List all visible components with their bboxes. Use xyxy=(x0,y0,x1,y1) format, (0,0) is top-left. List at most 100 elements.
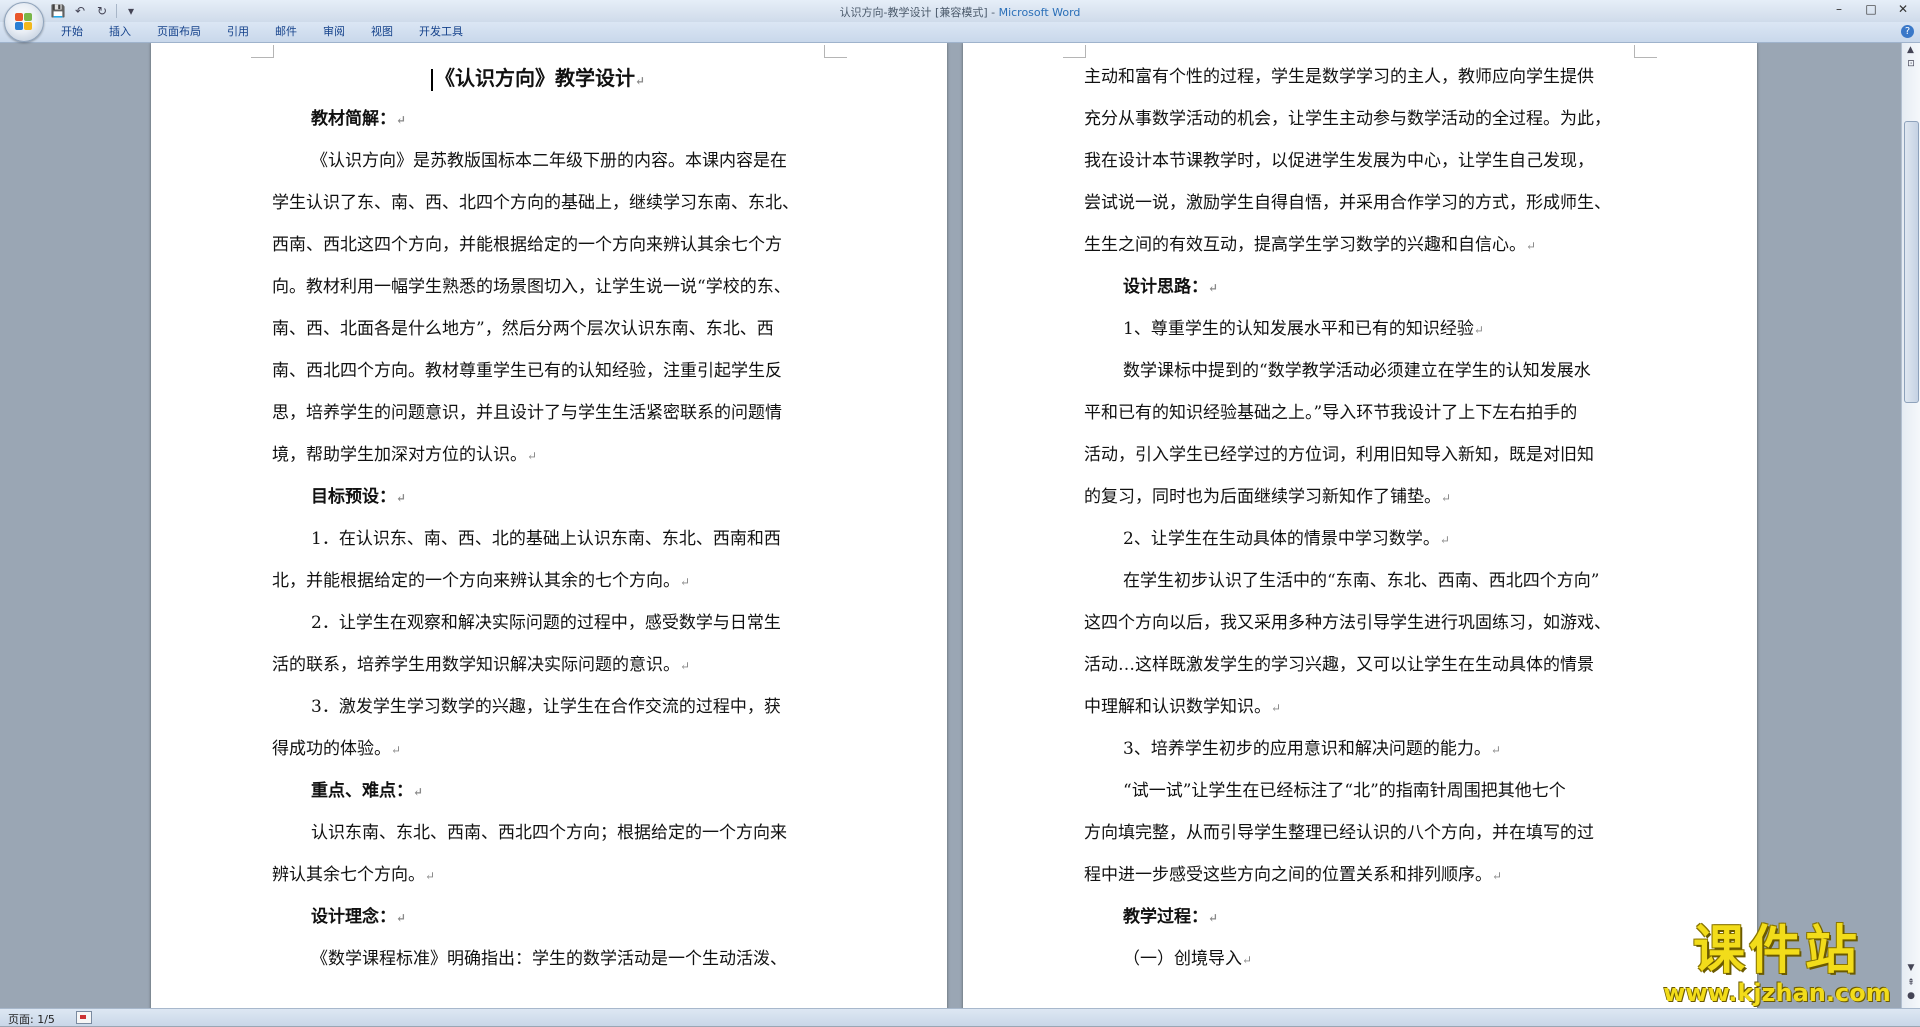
ribbon-tab[interactable]: 引用 xyxy=(214,25,262,39)
scroll-down-arrow-icon[interactable]: ▼ xyxy=(1905,963,1917,975)
paragraph-line: 3、培养学生初步的应用意识和解决问题的能力。↵ xyxy=(1123,739,1501,759)
paragraph-mark: ↵ xyxy=(1490,743,1501,757)
watermark-url: www.kjzhan.com xyxy=(1663,979,1891,1007)
paragraph-line: 充分从事数学活动的机会，让学生主动参与数学活动的全过程。为此， xyxy=(1084,109,1611,129)
ruler-toggle-icon[interactable]: ⊡ xyxy=(1905,59,1917,71)
office-logo-icon xyxy=(15,13,33,31)
section-heading: 设计思路：↵ xyxy=(1123,277,1219,297)
paragraph-mark: ↵ xyxy=(1473,323,1484,337)
paragraph-mark: ↵ xyxy=(527,449,538,463)
paragraph-line: 这四个方向以后，我又采用多种方法引导学生进行巩固练习，如游戏、 xyxy=(1084,613,1611,633)
paragraph-line: 北，并能根据给定的一个方向来辨认其余的七个方向。↵ xyxy=(272,571,691,591)
section-heading: 教学过程：↵ xyxy=(1123,907,1219,927)
paragraph-mark: ↵ xyxy=(391,743,402,757)
paragraph-line: 2．让学生在观察和解决实际问题的过程中，感受数学与日常生 xyxy=(311,613,781,633)
paragraph-mark: ↵ xyxy=(396,113,407,127)
undo-icon[interactable]: ↶ xyxy=(72,3,88,19)
paragraph-line: 活动，引入学生已经学过的方位词，利用旧知导入新知，既是对旧知 xyxy=(1084,445,1594,465)
title-bar: 认识方向-教学设计 [兼容模式] - Microsoft Word 💾 ↶ ↻ … xyxy=(0,0,1920,23)
paragraph-mark: ↵ xyxy=(1526,239,1537,253)
paragraph-line: 认识东南、东北、西南、西北四个方向；根据给定的一个方向来 xyxy=(311,823,787,843)
qat-separator xyxy=(116,4,117,18)
section-heading: 设计理念：↵ xyxy=(311,907,407,927)
paragraph-line: 境，帮助学生加深对方位的认识。↵ xyxy=(272,445,538,465)
page-2[interactable]: 主动和富有个性的过程，学生是数学学习的主人，教师应向学生提供 充分从事数学活动的机… xyxy=(963,43,1757,1008)
paragraph-mark: ↵ xyxy=(1208,281,1219,295)
ribbon-tab[interactable]: 审阅 xyxy=(310,25,358,39)
text-cursor xyxy=(431,68,433,91)
status-bar: 页面: 1/5 xyxy=(0,1008,1920,1026)
paragraph-line: 得成功的体验。↵ xyxy=(272,739,402,759)
paragraph-line: 西南、西北这四个方向，并能根据给定的一个方向来辨认其余七个方 xyxy=(272,235,782,255)
quick-access-toolbar: 💾 ↶ ↻ ▾ xyxy=(50,3,139,19)
paragraph-mark: ↵ xyxy=(680,575,691,589)
paragraph-line: 《数学课程标准》明确指出：学生的数学活动是一个生动活泼、 xyxy=(311,949,787,969)
paragraph-line: 学生认识了东、南、西、北四个方向的基础上，继续学习东南、东北、 xyxy=(272,193,799,213)
watermark-logo-text: 课件站 xyxy=(1692,921,1861,981)
previous-page-icon[interactable]: ⇞ xyxy=(1905,978,1917,990)
paragraph-mark: ↵ xyxy=(425,869,436,883)
paragraph-line: 3．激发学生学习数学的兴趣，让学生在合作交流的过程中，获 xyxy=(311,697,781,717)
paragraph-mark: ↵ xyxy=(396,911,407,925)
site-watermark: 课件站 www.kjzhan.com xyxy=(1662,922,1892,1006)
ribbon-tab-list: 开始 插入 页面布局 引用 邮件 审阅 视图 开发工具 xyxy=(48,25,476,39)
margin-corner xyxy=(1063,45,1086,58)
ribbon-tab[interactable]: 开发工具 xyxy=(406,25,476,39)
paragraph-line: 平和已有的知识经验基础之上。”导入环节我设计了上下左右拍手的 xyxy=(1084,403,1578,423)
ribbon-tab[interactable]: 插入 xyxy=(96,25,144,39)
ribbon-tab[interactable]: 页面布局 xyxy=(144,25,214,39)
paragraph-line: 思，培养学生的问题意识，并且设计了与学生生活紧密联系的问题情 xyxy=(272,403,782,423)
ribbon-tab[interactable]: 视图 xyxy=(358,25,406,39)
paragraph-line: 1．在认识东、南、西、北的基础上认识东南、东北、西南和西 xyxy=(311,529,781,549)
paragraph-line: 活的联系，培养学生用数学知识解决实际问题的意识。↵ xyxy=(272,655,691,675)
redo-icon[interactable]: ↻ xyxy=(94,3,110,19)
section-heading: 目标预设：↵ xyxy=(311,487,407,507)
paragraph-line: 活动…这样既激发学生的学习兴趣，又可以让学生在生动具体的情景 xyxy=(1084,655,1594,675)
office-button[interactable] xyxy=(4,2,44,42)
paragraph-line: 南、西、北面各是什么地方”，然后分两个层次认识东南、东北、西 xyxy=(272,319,774,339)
ribbon-tab[interactable]: 开始 xyxy=(48,25,96,39)
margin-corner xyxy=(824,45,847,58)
paragraph-line: 南、西北四个方向。教材尊重学生已有的认知经验，注重引起学生反 xyxy=(272,361,782,381)
margin-corner xyxy=(1634,45,1657,58)
paragraph-line: 生生之间的有效互动，提高学生学习数学的兴趣和自信心。↵ xyxy=(1084,235,1537,255)
paragraph-mark: ↵ xyxy=(413,785,424,799)
paragraph-line: 尝试说一说，激励学生自得自悟，并采用合作学习的方式，形成师生、 xyxy=(1084,193,1611,213)
document-heading: 《认识方向》教学设计↵ xyxy=(431,62,645,91)
paragraph-line: 主动和富有个性的过程，学生是数学学习的主人，教师应向学生提供 xyxy=(1084,67,1594,87)
paragraph-line: 我在设计本节课教学时，以促进学生发展为中心，让学生自己发现， xyxy=(1084,151,1594,171)
paragraph-mark: ↵ xyxy=(1439,533,1450,547)
vertical-scrollbar[interactable]: ▲ ⊡ ▼ ⇞ ● xyxy=(1901,43,1920,1008)
margin-corner xyxy=(251,45,274,58)
save-icon[interactable]: 💾 xyxy=(50,3,66,19)
proofing-status-icon[interactable] xyxy=(76,1011,92,1024)
ribbon-tab[interactable]: 邮件 xyxy=(262,25,310,39)
paragraph-mark: ↵ xyxy=(1208,911,1219,925)
app-name: Microsoft Word xyxy=(998,6,1081,19)
paragraph-line: （一）创境导入↵ xyxy=(1123,949,1253,969)
help-icon[interactable]: ? xyxy=(1901,25,1914,38)
paragraph-line: 1、尊重学生的认知发展水平和已有的知识经验↵ xyxy=(1123,319,1484,339)
paragraph-mark: ↵ xyxy=(680,659,691,673)
page-1[interactable]: 《认识方向》教学设计↵ 教材简解：↵ 《认识方向》是苏教版国标本二年级下册的内容。… xyxy=(151,43,947,1008)
window-controls: – □ ✕ xyxy=(1830,2,1912,16)
select-browse-object-icon[interactable]: ● xyxy=(1905,991,1917,1003)
scroll-thumb[interactable] xyxy=(1904,121,1919,403)
paragraph-line: 辨认其余七个方向。↵ xyxy=(272,865,436,885)
paragraph-line: 数学课标中提到的“数学教学活动必须建立在学生的认知发展水 xyxy=(1123,361,1591,381)
customize-qat-icon[interactable]: ▾ xyxy=(123,3,139,19)
paragraph-line: 《认识方向》是苏教版国标本二年级下册的内容。本课内容是在 xyxy=(311,151,787,171)
paragraph-line: 的复习，同时也为后面继续学习新知作了铺垫。↵ xyxy=(1084,487,1452,507)
document-area[interactable]: 《认识方向》教学设计↵ 教材简解：↵ 《认识方向》是苏教版国标本二年级下册的内容。… xyxy=(0,43,1902,1008)
scroll-up-arrow-icon[interactable]: ▲ xyxy=(1904,45,1917,57)
maximize-button[interactable]: □ xyxy=(1862,2,1880,16)
paragraph-line: 方向填完整，从而引导学生整理已经认识的八个方向，并在填写的过 xyxy=(1084,823,1594,843)
section-heading: 教材简解：↵ xyxy=(311,109,407,129)
ribbon-tabs: 开始 插入 页面布局 引用 邮件 审阅 视图 开发工具 ? xyxy=(0,22,1920,43)
paragraph-mark: ↵ xyxy=(1441,491,1452,505)
close-button[interactable]: ✕ xyxy=(1894,2,1912,16)
section-heading: 重点、难点：↵ xyxy=(311,781,424,801)
minimize-button[interactable]: – xyxy=(1830,2,1848,16)
paragraph-mark: ↵ xyxy=(1271,701,1282,715)
paragraph-line: 在学生初步认识了生活中的“东南、东北、西南、西北四个方向” xyxy=(1123,571,1600,591)
